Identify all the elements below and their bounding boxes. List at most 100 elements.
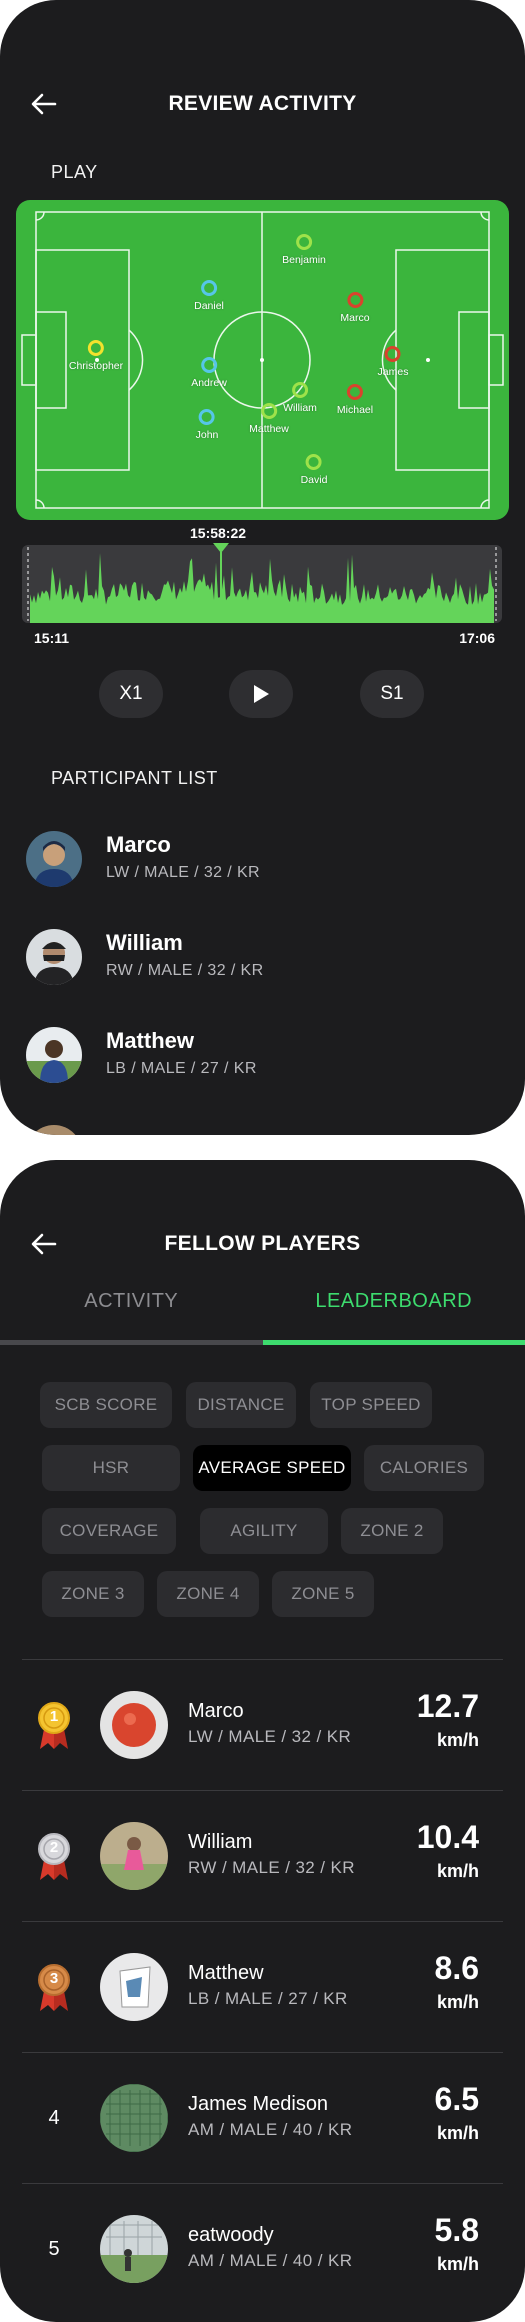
player-name: eatwoody — [188, 2224, 274, 2246]
tab-leaderboard[interactable]: LEADERBOARD — [263, 1280, 525, 1313]
leaderboard-row[interactable]: 2 William RW / MALE / 32 / KR 10.4 km/h — [22, 1791, 503, 1921]
arrow-left-icon — [31, 93, 57, 115]
rank-number: 2 — [49, 1839, 59, 1856]
play-section-label: PLAY — [51, 162, 98, 182]
player-marker[interactable]: James — [377, 346, 409, 378]
player-marker[interactable]: David — [300, 454, 328, 486]
metric-value: 5.8 — [434, 2212, 479, 2248]
rank-number: 4 — [48, 2106, 60, 2129]
metric-chip-average-speed[interactable]: AVERAGE SPEED — [193, 1445, 351, 1491]
metric-value: 12.7 — [416, 1688, 479, 1724]
participant-list-label: PARTICIPANT LIST — [51, 768, 218, 788]
player-label: Benjamin — [282, 254, 326, 266]
timeline-end-time: 17:06 — [459, 630, 495, 646]
player-marker[interactable]: Matthew — [249, 403, 289, 435]
gold-medal-icon: 1 — [32, 1702, 76, 1749]
leaderboard-row[interactable]: 1 Marco LW / MALE / 32 / KR 12.7 km/h — [22, 1660, 503, 1790]
participant-name: Marco — [106, 832, 171, 857]
page-title: REVIEW ACTIVITY — [168, 92, 357, 115]
player-marker[interactable]: Michael — [337, 384, 373, 416]
header: FELLOW PLAYERS — [0, 1214, 525, 1274]
timeline-cursor-line — [220, 552, 222, 622]
rank-number: 3 — [49, 1970, 59, 1987]
metric-chip-zone-5[interactable]: ZONE 5 — [272, 1571, 374, 1617]
player-dot — [385, 346, 401, 362]
playback-speed-button[interactable]: X1 — [99, 670, 163, 718]
arrow-left-icon — [31, 1233, 57, 1255]
player-marker[interactable]: John — [196, 409, 218, 441]
participant-meta: LW / MALE / 32 / KR — [106, 864, 261, 881]
player-dot — [305, 454, 322, 470]
participant-item[interactable]: Matthew LB / MALE / 27 / KR — [26, 1022, 496, 1092]
player-meta: LB / MALE / 27 / KR — [188, 1989, 348, 2008]
silver-medal-icon: 2 — [32, 1833, 76, 1880]
back-button[interactable] — [26, 1226, 62, 1262]
player-marker[interactable]: Benjamin — [282, 234, 326, 266]
metric-unit: km/h — [436, 2254, 479, 2274]
page-title: FELLOW PLAYERS — [164, 1232, 361, 1255]
leaderboard-row[interactable]: 3 Matthew LB / MALE / 27 / KR 8.6 km/h — [22, 1922, 503, 2052]
tab-activity[interactable]: ACTIVITY — [0, 1280, 263, 1313]
participant-meta: RW / MALE / 32 / KR — [106, 962, 264, 979]
player-marker[interactable]: Andrew — [191, 357, 227, 389]
player-dot — [291, 382, 308, 398]
player-label: Marco — [340, 312, 370, 324]
metric-chip-coverage[interactable]: COVERAGE — [42, 1508, 176, 1554]
tab-active-indicator — [263, 1340, 525, 1345]
metric-chip-zone-3[interactable]: ZONE 3 — [42, 1571, 144, 1617]
leaderboard-row[interactable]: 5 eatwoody AM / MALE / 40 / KR 5.8 km/h — [22, 2184, 503, 2314]
metric-value: 6.5 — [434, 2081, 479, 2117]
review-activity-screen: REVIEW ACTIVITY PLAY Benjamin Daniel Mar… — [0, 0, 525, 1135]
leaderboard-row[interactable]: 4 James Medison AM / MALE / 40 / KR 6.5 … — [22, 2053, 503, 2183]
participant-name: Matthew — [106, 1028, 194, 1053]
player-dot — [261, 403, 277, 419]
rank-number: 1 — [49, 1708, 59, 1725]
player-name: James Medison — [188, 2093, 329, 2115]
avatar — [26, 929, 82, 985]
avatar — [26, 831, 82, 887]
activity-timeline[interactable] — [22, 545, 502, 623]
avatar — [100, 1953, 168, 2021]
metric-chip-zone-2[interactable]: ZONE 2 — [341, 1508, 443, 1554]
timeline-start-time: 15:11 — [34, 630, 70, 646]
player-label: James — [377, 366, 409, 378]
player-marker[interactable]: Marco — [340, 292, 370, 324]
metric-chip-calories[interactable]: CALORIES — [364, 1445, 484, 1491]
bronze-medal-icon: 3 — [32, 1964, 76, 2011]
metric-chip-distance[interactable]: DISTANCE — [186, 1382, 296, 1428]
metric-chip-hsr[interactable]: HSR — [42, 1445, 180, 1491]
metric-chip-top-speed[interactable]: TOP SPEED — [310, 1382, 432, 1428]
participant-item[interactable]: Marco LW / MALE / 32 / KR — [26, 826, 496, 896]
play-button[interactable] — [229, 670, 293, 718]
metric-chip-scb-score[interactable]: SCB SCORE — [40, 1382, 172, 1428]
player-marker[interactable]: Christopher — [69, 340, 123, 372]
player-dot — [347, 292, 363, 308]
metric-unit: km/h — [436, 2123, 479, 2143]
tab-track — [0, 1340, 263, 1345]
back-button[interactable] — [26, 86, 62, 122]
player-dot — [88, 340, 104, 356]
player-marker[interactable]: Daniel — [194, 280, 224, 312]
participant-item[interactable]: William RW / MALE / 32 / KR — [26, 924, 496, 994]
player-dot — [296, 234, 312, 250]
rank-number: 5 — [48, 2237, 60, 2260]
football-pitch: Benjamin Daniel Marco Christopher Andrew Jame… — [16, 200, 509, 520]
timeline-graph — [27, 547, 497, 623]
avatar — [100, 2084, 168, 2152]
timeline-cursor-time: 15:58:22 — [190, 525, 247, 541]
participant-meta: LB / MALE / 27 / KR — [106, 1060, 257, 1077]
metric-value: 8.6 — [434, 1950, 479, 1986]
player-dot — [201, 280, 217, 296]
player-label: Daniel — [194, 300, 224, 312]
player-name: William — [188, 1831, 253, 1853]
metric-unit: km/h — [436, 1861, 479, 1881]
metric-chip-agility[interactable]: AGILITY — [200, 1508, 328, 1554]
participant-item-partial[interactable] — [26, 1120, 496, 1135]
metric-chip-zone-4[interactable]: ZONE 4 — [157, 1571, 259, 1617]
avatar — [100, 1822, 168, 1890]
avatar — [26, 1027, 82, 1083]
tab-bar: ACTIVITY LEADERBOARD — [0, 1280, 525, 1330]
segment-button[interactable]: S1 — [360, 670, 424, 718]
player-label: David — [300, 474, 328, 486]
player-dot — [347, 384, 363, 400]
